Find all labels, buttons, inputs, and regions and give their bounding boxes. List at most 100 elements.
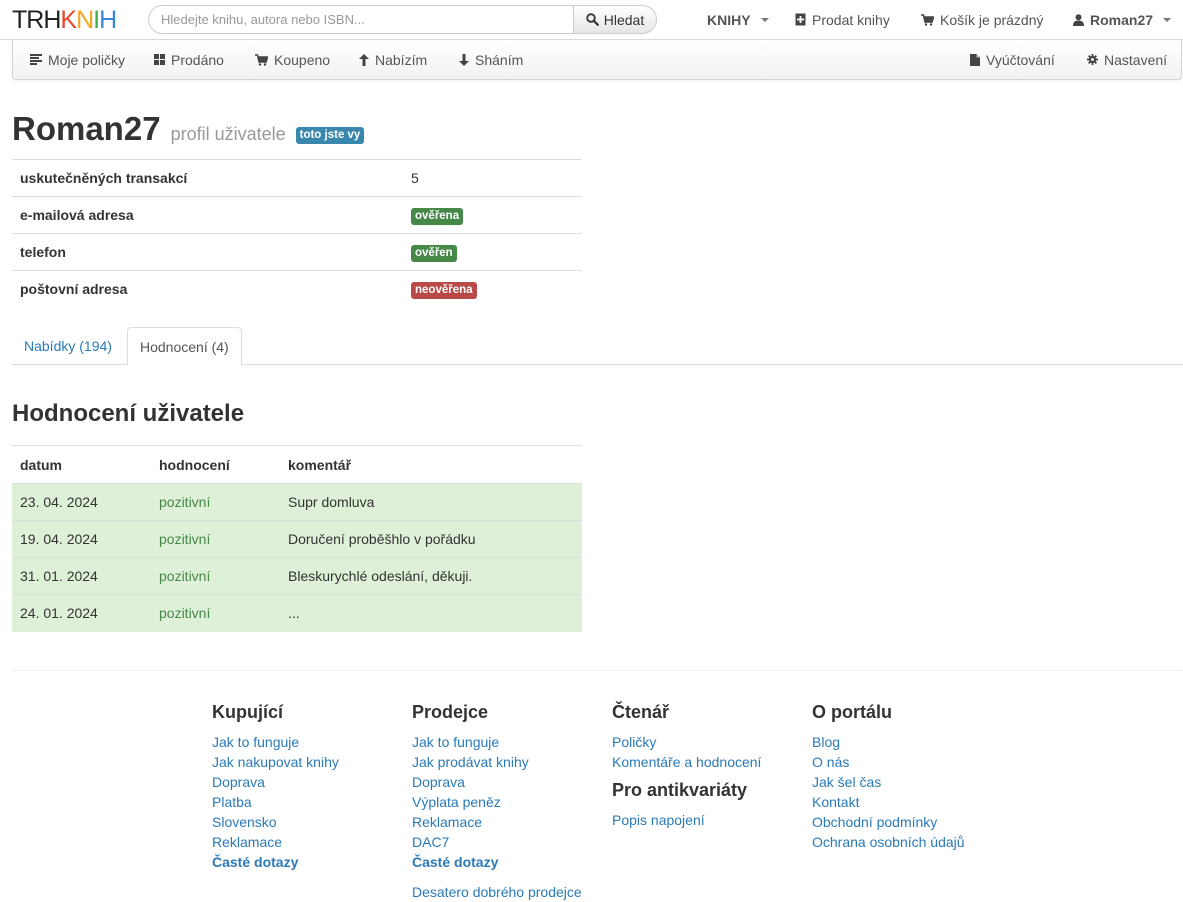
rating-comment: Bleskurychlé odeslání, děkuji. <box>280 557 582 595</box>
subnav-label: Prodáno <box>171 51 224 68</box>
footer-heading: Prodejce <box>412 702 489 722</box>
footer-link[interactable]: Slovensko <box>212 812 412 832</box>
footer-link[interactable]: Doprava <box>412 772 612 792</box>
footer-faq-link[interactable]: Časté dotazy <box>412 852 612 872</box>
document-icon <box>970 53 980 66</box>
section-title: Hodnocení uživatele <box>12 400 245 427</box>
subnav-bought[interactable]: Koupeno <box>255 40 330 79</box>
subnav-label: Vyúčtování <box>986 51 1055 68</box>
footer-link[interactable]: Jak nakupovat knihy <box>212 752 412 772</box>
footer-heading: Pro antikvariáty <box>612 780 748 800</box>
footer-divider <box>12 670 1182 671</box>
sell-books-label: Prodat knihy <box>812 11 890 28</box>
footer-link[interactable]: Jak šel čas <box>812 772 1012 792</box>
profile-header: Roman27 profil uživatele toto jste vy <box>12 110 365 148</box>
tab-ratings[interactable]: Hodnocení (4) <box>127 327 242 366</box>
search-button-label: Hledat <box>603 11 645 28</box>
status-badge: ověřena <box>411 207 464 225</box>
status-badge: ověřen <box>411 244 457 262</box>
footer-link[interactable]: Jak to funguje <box>212 732 412 752</box>
footer-link[interactable]: Jak prodávat knihy <box>412 752 612 772</box>
search-button[interactable]: Hledat <box>573 5 657 34</box>
info-label: poštovní adresa <box>12 270 403 308</box>
footer-heading: Čtenář <box>612 702 670 722</box>
book-plus-icon <box>795 13 806 26</box>
rating-comment: Supr domluva <box>280 483 582 521</box>
top-navbar: TRHKNIH Hledat KNIHY Prodat knihy Ko <box>0 0 1183 40</box>
grid-icon <box>154 54 165 65</box>
chevron-down-icon <box>760 17 769 22</box>
table-row: telefon ověřen <box>12 233 582 271</box>
footer-link[interactable]: Desatero dobrého prodejce <box>412 882 612 902</box>
footer-link[interactable]: Komentáře a hodnocení <box>612 752 812 772</box>
subnav-label: Koupeno <box>274 51 331 68</box>
chevron-down-icon <box>1163 17 1172 22</box>
subnav-offering[interactable]: Nabízím <box>359 40 427 79</box>
footer-faq-link[interactable]: Časté dotazy <box>212 852 412 872</box>
rating-value: pozitivní <box>151 520 280 558</box>
footer-link[interactable]: Obchodní podmínky <box>812 812 1012 832</box>
footer-link[interactable]: Blog <box>812 732 1012 752</box>
footer-link[interactable]: Jak to funguje <box>412 732 612 752</box>
logo-letter: K <box>60 6 77 34</box>
logo-letter: R <box>26 6 44 34</box>
status-badge: neověřena <box>411 281 477 299</box>
sell-books-link[interactable]: Prodat knihy <box>795 0 890 39</box>
cart-icon <box>921 13 934 26</box>
table-header-row: datum hodnocení komentář <box>12 445 582 484</box>
site-logo[interactable]: TRHKNIH <box>12 6 117 35</box>
subnav-seeking[interactable]: Sháním <box>459 40 523 79</box>
footer-link[interactable]: DAC7 <box>412 832 612 852</box>
rating-value: pozitivní <box>151 557 280 595</box>
column-header: datum <box>12 445 151 484</box>
footer-link[interactable]: Reklamace <box>412 812 612 832</box>
footer-heading: O portálu <box>812 702 892 722</box>
profile-info-table: uskutečněných transakcí 5 e-mailová adre… <box>12 159 582 308</box>
footer-link[interactable]: Kontakt <box>812 792 1012 812</box>
table-row: 19. 04. 2024 pozitivní Doručení proběšhl… <box>12 520 582 558</box>
tab-offers[interactable]: Nabídky (194) <box>12 327 124 365</box>
logo-letter: H <box>99 6 117 34</box>
footer-link[interactable]: Poličky <box>612 732 812 752</box>
rating-value: pozitivní <box>151 483 280 521</box>
user-icon <box>1073 13 1084 26</box>
footer-link[interactable]: Doprava <box>212 772 412 792</box>
table-row: 24. 01. 2024 pozitivní ... <box>12 594 582 632</box>
profile-tabs: Nabídky (194) Hodnocení (4) <box>12 327 1183 366</box>
subnav-settings[interactable]: Nastavení <box>1087 40 1167 79</box>
search-input[interactable] <box>148 5 574 34</box>
footer-link[interactable]: Reklamace <box>212 832 412 852</box>
rating-date: 19. 04. 2024 <box>12 520 151 558</box>
info-label: uskutečněných transakcí <box>12 159 403 197</box>
subnav-label: Nabízím <box>375 51 428 68</box>
arrow-up-icon <box>359 53 369 66</box>
user-menu[interactable]: Roman27 <box>1073 0 1172 39</box>
tab-label: Nabídky (194) <box>24 338 112 354</box>
footer-portal: O portálu Blog O nás Jak šel čas Kontakt… <box>812 702 1012 852</box>
subnav-billing[interactable]: Vyúčtování <box>970 40 1055 79</box>
arrow-down-icon <box>459 53 469 66</box>
cart-label: Košík je prázdný <box>940 11 1044 28</box>
self-badge: toto jste vy <box>295 127 365 144</box>
footer-link[interactable]: Popis napojení <box>612 810 812 830</box>
subnav-my-shelves[interactable]: Moje poličky <box>30 40 125 79</box>
info-value: 5 <box>403 159 582 197</box>
subnav-sold[interactable]: Prodáno <box>154 40 224 79</box>
user-menu-label: Roman27 <box>1090 11 1154 28</box>
cart-icon <box>255 53 268 66</box>
logo-letter: H <box>43 6 61 34</box>
gear-icon <box>1087 54 1098 65</box>
footer-link[interactable]: Výplata peněz <box>412 792 612 812</box>
rating-date: 23. 04. 2024 <box>12 483 151 521</box>
footer-link[interactable]: Platba <box>212 792 412 812</box>
books-menu[interactable]: KNIHY <box>707 0 769 39</box>
subnav-label: Sháním <box>475 51 524 68</box>
footer-link[interactable]: Ochrana osobních údajů <box>812 832 1012 852</box>
table-row: poštovní adresa neověřena <box>12 270 582 308</box>
profile-username: Roman27 <box>12 110 161 147</box>
footer-buyers: Kupující Jak to funguje Jak nakupovat kn… <box>212 702 412 872</box>
footer-reader: Čtenář Poličky Komentáře a hodnocení Pro… <box>612 702 812 830</box>
ratings-table: datum hodnocení komentář 23. 04. 2024 po… <box>12 445 582 632</box>
footer-link[interactable]: O nás <box>812 752 1012 772</box>
cart-link[interactable]: Košík je prázdný <box>921 0 1044 39</box>
